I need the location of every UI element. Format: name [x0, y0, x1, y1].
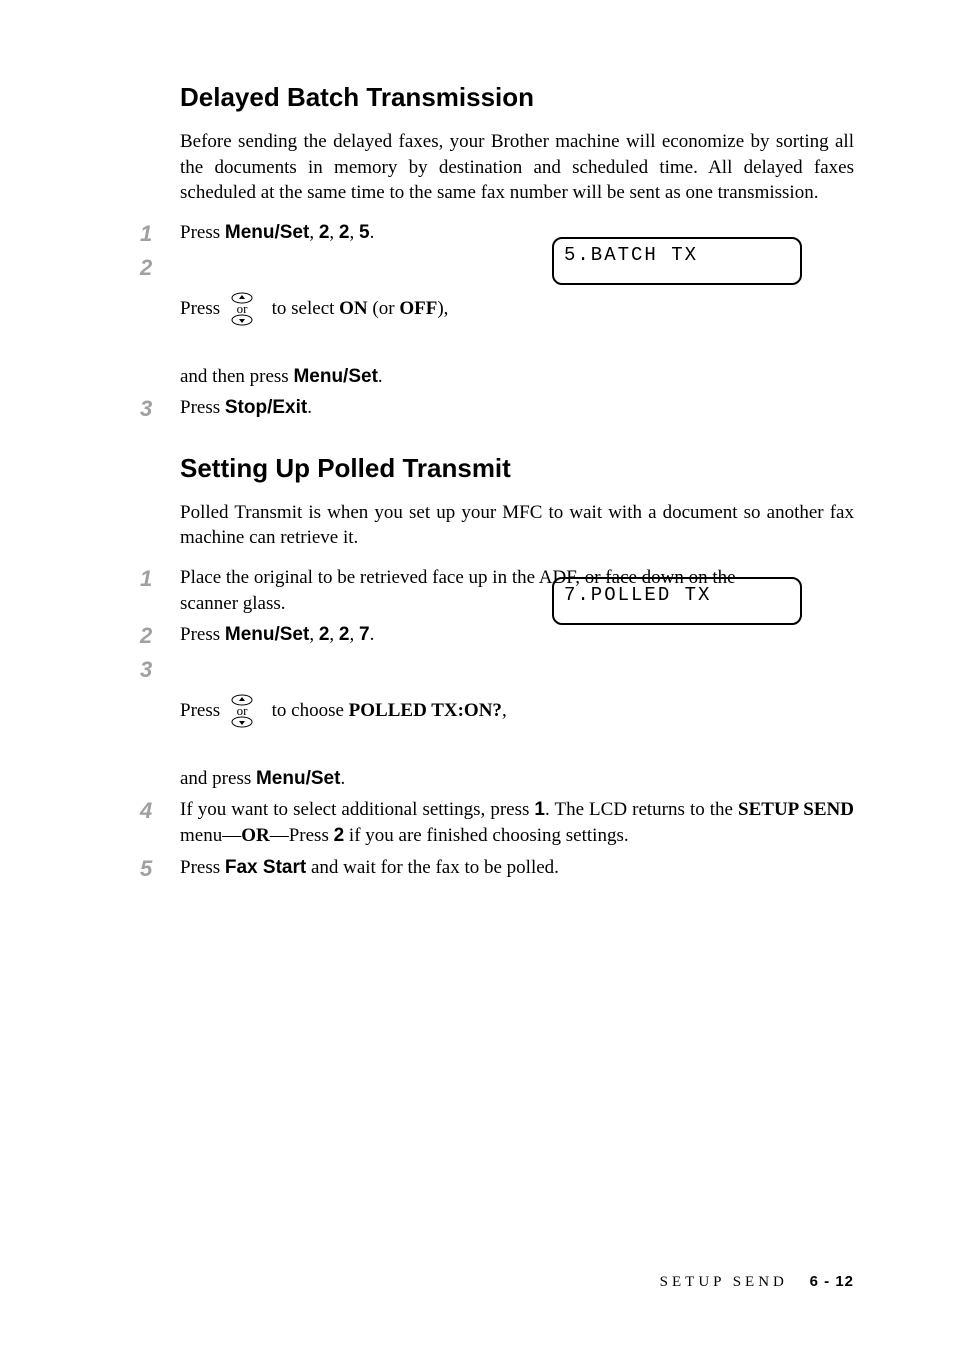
footer-page-number: 6 - 12 [810, 1273, 854, 1290]
text: , [329, 222, 339, 243]
text: Press [180, 222, 225, 243]
or-label: or [236, 301, 248, 316]
page-footer: SETUP SEND 6 - 12 [660, 1272, 854, 1292]
step-2-5: 5 Press Fax Start and wait for the fax t… [140, 855, 854, 883]
text: , [349, 222, 359, 243]
text: Press [180, 857, 225, 878]
text: ), [437, 296, 448, 322]
key-fax-start: Fax Start [225, 857, 306, 878]
text: If you want to select additional setting… [180, 799, 534, 820]
text: , [309, 222, 319, 243]
text: and then press [180, 366, 293, 387]
text: Press [180, 397, 225, 418]
text: . [307, 397, 312, 418]
lcd-display-polled: 7.POLLED TX [552, 577, 802, 625]
menu-setup-send: SETUP SEND [738, 799, 854, 820]
or-text: OR [241, 825, 270, 846]
key-2: 2 [319, 222, 330, 243]
intro-polled-transmit: Polled Transmit is when you set up your … [180, 500, 854, 551]
text: . [370, 222, 375, 243]
lcd-display-batch: 5.BATCH TX [552, 237, 802, 285]
option-on: ON [339, 296, 368, 322]
option-polled-tx-on: POLLED TX:ON? [349, 698, 502, 724]
step-number: 1 [140, 565, 180, 593]
step-number: 5 [140, 855, 180, 883]
footer-chapter: SETUP SEND [660, 1274, 788, 1290]
key-menu-set: Menu/Set [293, 366, 377, 387]
key-menu-set: Menu/Set [256, 768, 340, 789]
text: to choose [267, 698, 349, 724]
heading-polled-transmit: Setting Up Polled Transmit [180, 451, 854, 486]
text: . [340, 768, 345, 789]
key-2: 2 [339, 222, 350, 243]
key-2: 2 [319, 624, 330, 645]
key-menu-set: Menu/Set [225, 624, 309, 645]
text: , [329, 624, 339, 645]
text: to select [267, 296, 339, 322]
text: Press [180, 296, 225, 322]
text: , [349, 624, 359, 645]
key-5: 5 [359, 222, 370, 243]
up-down-or-icon: or [227, 656, 265, 766]
step-number: 4 [140, 797, 180, 825]
up-down-or-icon: or [227, 254, 265, 364]
step-number: 3 [140, 656, 180, 684]
text: , [502, 698, 507, 724]
text: —Press [270, 825, 334, 846]
key-stop-exit: Stop/Exit [225, 397, 307, 418]
text: if you are finished choosing settings. [344, 825, 628, 846]
step-2-2: 2 Press Menu/Set, 2, 2, 7. [140, 622, 854, 650]
key-2: 2 [334, 825, 345, 846]
heading-delayed-batch: Delayed Batch Transmission [180, 80, 854, 115]
text: Press [180, 698, 225, 724]
intro-delayed-batch: Before sending the delayed faxes, your B… [180, 129, 854, 206]
key-1: 1 [534, 799, 545, 820]
step-2-3: 3 Press or to choose POLLED TX:ON?, and … [140, 656, 854, 792]
step-number: 1 [140, 220, 180, 248]
option-off: OFF [399, 296, 437, 322]
text: . The LCD returns to the [545, 799, 738, 820]
text: and press [180, 768, 256, 789]
step-number: 2 [140, 622, 180, 650]
text: . [378, 366, 383, 387]
text: . [370, 624, 375, 645]
text: (or [368, 296, 400, 322]
key-7: 7 [359, 624, 370, 645]
svg-text:or: or [236, 703, 248, 718]
text: Press [180, 624, 225, 645]
step-number: 2 [140, 254, 180, 282]
step-number: 3 [140, 395, 180, 423]
text: , [309, 624, 319, 645]
text: and wait for the fax to be polled. [306, 857, 559, 878]
step-2-4: 4 If you want to select additional setti… [140, 797, 854, 848]
key-menu-set: Menu/Set [225, 222, 309, 243]
key-2: 2 [339, 624, 350, 645]
step-1-3: 3 Press Stop/Exit. [140, 395, 854, 423]
